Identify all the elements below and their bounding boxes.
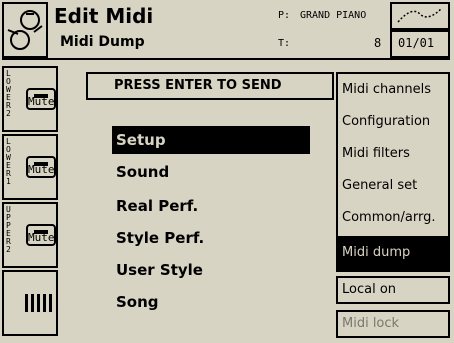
local-on-button[interactable]: Local on: [336, 276, 450, 304]
tab-lower2[interactable]: LOWER2 Mute: [2, 66, 58, 132]
menu-general-set[interactable]: General set: [338, 170, 448, 202]
tab-label: UPPER1: [6, 273, 11, 322]
mute-button[interactable]: Mute: [26, 224, 56, 246]
tempo-value: 8: [374, 36, 382, 50]
tab-lower1[interactable]: LOWER1 Mute: [2, 134, 58, 200]
tab-label: LOWER2: [6, 69, 11, 118]
page-indicator: 01/01: [390, 30, 450, 58]
tab-upper2[interactable]: UPPER2 Mute: [2, 202, 58, 268]
menu-midi-channels[interactable]: Midi channels: [338, 74, 448, 106]
midi-lock-button[interactable]: Midi lock: [336, 310, 450, 338]
keyboard-icon: [20, 290, 56, 320]
dump-item-setup[interactable]: Setup: [112, 126, 310, 154]
tempo-label: T:: [278, 38, 291, 49]
page-title: Edit Midi: [54, 4, 154, 28]
tab-upper1[interactable]: UPPER1: [2, 270, 58, 336]
tab-label: UPPER2: [6, 205, 11, 254]
tab-label: LOWER1: [6, 137, 11, 186]
menu-midi-filters[interactable]: Midi filters: [338, 138, 448, 170]
menu-configuration[interactable]: Configuration: [338, 106, 448, 138]
mute-button[interactable]: Mute: [26, 88, 56, 110]
page-subtitle: Midi Dump: [60, 34, 145, 50]
enter-to-send-label: PRESS ENTER TO SEND: [86, 72, 334, 100]
header-divider: [2, 58, 450, 60]
mute-button[interactable]: Mute: [26, 156, 56, 178]
midi-icon: [2, 2, 48, 58]
dump-item-user-style[interactable]: User Style: [112, 256, 310, 284]
midi-dump-screen: Edit Midi Midi Dump P: GRAND PIANO T: 8 …: [0, 0, 454, 343]
menu-midi-dump[interactable]: Midi dump: [338, 236, 448, 270]
dump-item-sound[interactable]: Sound: [112, 158, 310, 186]
performance-name: GRAND PIANO: [300, 10, 367, 21]
dump-item-real-perf[interactable]: Real Perf.: [112, 192, 310, 220]
dump-item-song[interactable]: Song: [112, 288, 310, 316]
dump-item-style-perf[interactable]: Style Perf.: [112, 224, 310, 252]
graph-icon: [390, 2, 450, 30]
menu-common-arrg[interactable]: Common/arrg.: [338, 202, 448, 234]
performance-label: P:: [278, 10, 291, 21]
